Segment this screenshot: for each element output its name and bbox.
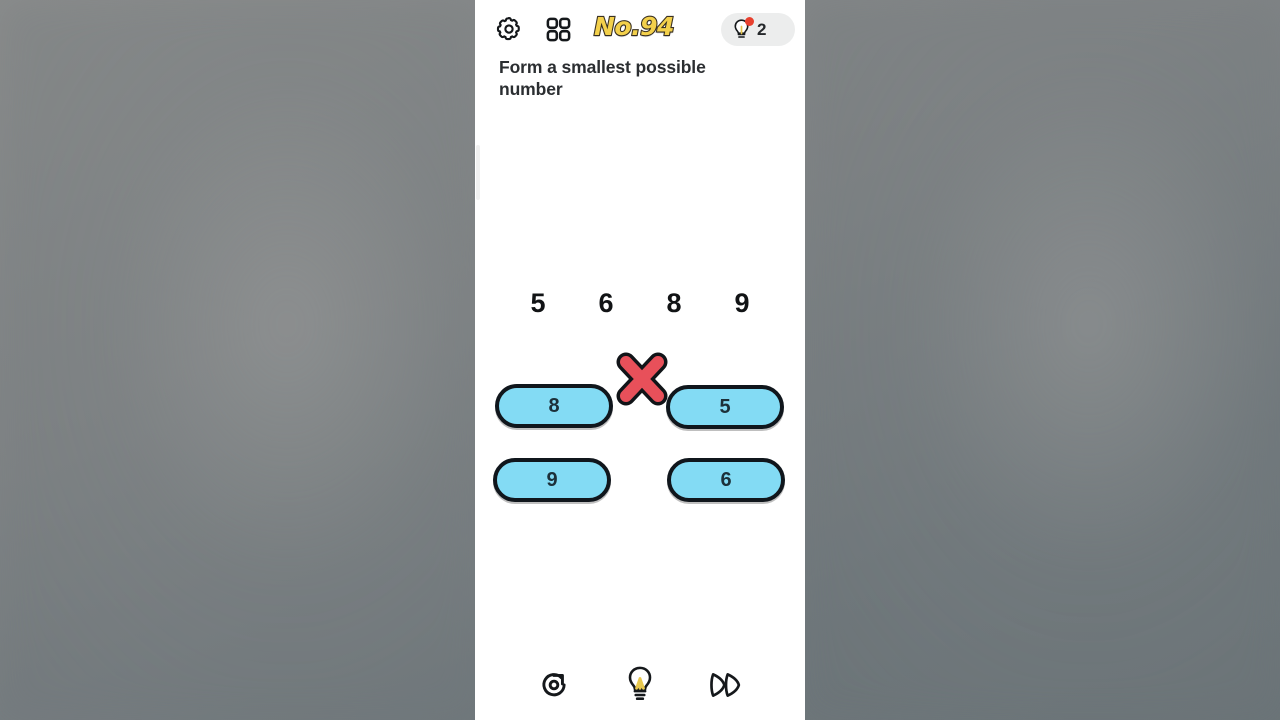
bottom-toolbar <box>475 650 805 720</box>
game-panel: No.94 2 Form a smallest possible number … <box>475 0 805 720</box>
backdrop-right <box>802 0 1280 720</box>
skip-icon <box>710 673 741 697</box>
hint-count: 2 <box>757 19 767 39</box>
settings-button[interactable] <box>492 12 526 46</box>
top-bar: No.94 2 <box>475 0 805 58</box>
hint-badge[interactable]: 2 <box>721 13 795 46</box>
number-tile[interactable]: 6 <box>667 458 785 502</box>
levels-button[interactable] <box>542 13 574 45</box>
scrollbar-indicator[interactable] <box>476 145 480 200</box>
screen-root: No.94 2 Form a smallest possible number … <box>0 0 1280 720</box>
target-digit: 6 <box>598 288 614 318</box>
red-x-icon <box>616 352 668 406</box>
hint-button[interactable] <box>617 662 663 708</box>
question-text: Form a smallest possible number <box>499 57 706 99</box>
number-tile[interactable]: 5 <box>666 385 784 429</box>
number-tile[interactable]: 9 <box>493 458 611 502</box>
target-digit: 8 <box>666 288 682 318</box>
backdrop-left <box>0 0 478 720</box>
grid-levels-icon <box>546 17 570 41</box>
hint-bulb-icon <box>628 666 652 700</box>
target-digit: 9 <box>734 288 750 318</box>
level-title: No.94 <box>593 11 676 42</box>
restart-icon <box>542 673 566 697</box>
notification-dot <box>745 16 754 26</box>
number-tile[interactable]: 8 <box>495 384 613 428</box>
skip-button[interactable] <box>703 662 749 708</box>
restart-button[interactable] <box>531 662 577 708</box>
target-digit-row: 5 6 8 9 <box>515 288 765 319</box>
target-digit: 5 <box>530 288 546 318</box>
hint-bulb-wrapper <box>731 16 754 42</box>
gear-icon <box>496 16 520 41</box>
